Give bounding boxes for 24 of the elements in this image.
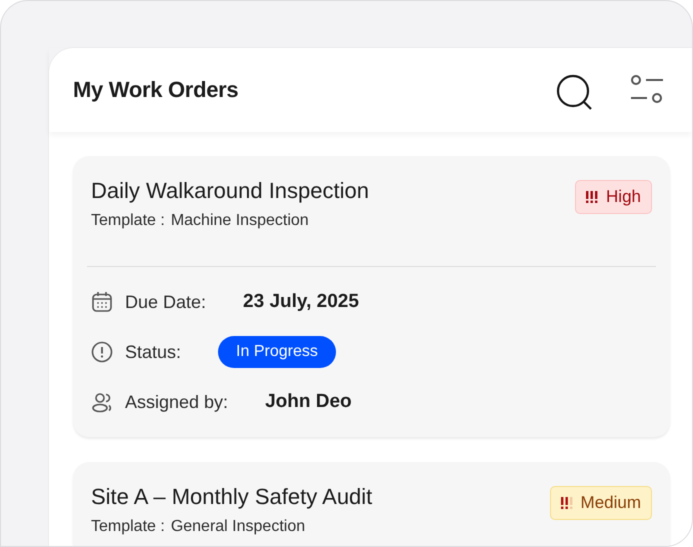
work-order-card[interactable]: Daily Walkaround Inspection Template : Machine Inspection High Due Date: 23 July, 2025 Status: In Progress Assigned by: John Deo xyxy=(73,156,670,437)
filter-icon[interactable] xyxy=(630,75,664,105)
work-order-title: Daily Walkaround Inspection xyxy=(91,178,369,204)
template-label: Template : xyxy=(91,518,165,536)
priority-badge: Medium xyxy=(550,486,652,520)
field-value: John Deo xyxy=(265,391,352,413)
work-order-card[interactable]: Site A – Monthly Safety Audit Template : General Inspection Medium xyxy=(73,462,670,546)
priority-icon xyxy=(586,191,598,203)
template-name: General Inspection xyxy=(170,518,306,536)
priority-icon xyxy=(560,497,573,509)
work-order-title: Site A – Monthly Safety Audit xyxy=(91,484,372,510)
status-badge: In Progress xyxy=(218,336,336,368)
priority-badge: High xyxy=(575,180,652,214)
info-icon xyxy=(91,341,113,363)
calendar-icon xyxy=(91,291,113,313)
users-icon xyxy=(91,391,113,413)
field-label: Status: xyxy=(125,342,182,362)
template-name: Machine Inspection xyxy=(170,212,309,230)
page-title: My Work Orders xyxy=(73,77,238,103)
field-value: 23 July, 2025 xyxy=(243,291,359,313)
field-label: Due Date: xyxy=(125,292,206,312)
template-label: Template : xyxy=(91,212,165,230)
field-label: Assigned by: xyxy=(125,392,228,412)
search-icon[interactable] xyxy=(556,74,594,112)
